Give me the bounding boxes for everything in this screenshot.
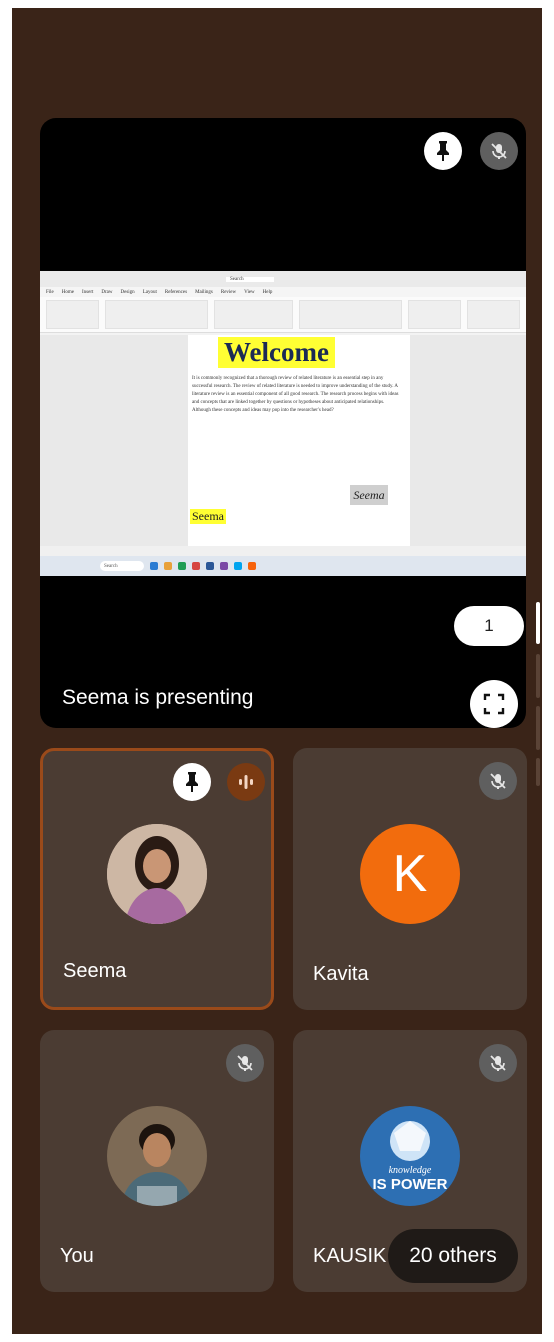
pin-button[interactable]: [424, 132, 462, 170]
mic-off-icon: [491, 143, 507, 159]
pin-button[interactable]: [173, 763, 211, 801]
scroll-indicator-active[interactable]: [536, 602, 540, 644]
signature-highlight: Seema: [190, 509, 226, 524]
participant-tile-seema[interactable]: Seema: [40, 748, 274, 1010]
scroll-indicator[interactable]: [536, 758, 540, 786]
participant-name: Kavita: [313, 963, 369, 985]
scroll-indicator[interactable]: [536, 706, 540, 750]
participant-name: Seema: [63, 960, 127, 982]
taskbar-app-icon: [248, 562, 256, 570]
taskbar-search: Search: [100, 561, 144, 571]
person-photo-icon: [107, 824, 207, 924]
document-statusbar: [40, 546, 526, 556]
presentation-tile[interactable]: Search File Home Insert Draw Design Layo…: [40, 118, 526, 728]
document-page: Welcome It is commonly recognized that a…: [188, 335, 410, 546]
ribbon-tabs: File Home Insert Draw Design Layout Refe…: [40, 287, 526, 297]
tab-design: Design: [120, 289, 135, 295]
presenting-label: Seema is presenting: [62, 686, 254, 709]
page-counter[interactable]: 1: [454, 606, 524, 646]
tab-review: Review: [220, 289, 237, 295]
tab-mailings: Mailings: [195, 289, 213, 295]
avatar: [107, 1106, 207, 1206]
tab-file: File: [46, 289, 54, 295]
taskbar-app-icon: [234, 562, 242, 570]
ribbon-group: [467, 300, 520, 329]
mic-off-icon: [490, 1055, 506, 1071]
taskbar-app-icon: [192, 562, 200, 570]
document-heading: Welcome: [218, 337, 335, 368]
signature-box: Seema: [350, 485, 388, 505]
windows-taskbar: Search: [40, 556, 526, 576]
mic-off-indicator: [479, 762, 517, 800]
person-photo-icon: [107, 1106, 207, 1206]
mic-off-icon: [237, 1055, 253, 1071]
fullscreen-button[interactable]: [470, 680, 518, 728]
fullscreen-icon: [483, 693, 505, 715]
participant-tile-kavita[interactable]: K Kavita: [293, 748, 527, 1010]
avatar: knowledge IS POWER: [360, 1106, 460, 1206]
tab-insert: Insert: [82, 289, 94, 295]
avatar-text-knowledge: knowledge: [388, 1165, 432, 1176]
pin-icon: [437, 141, 449, 161]
taskbar-app-icon: [164, 562, 172, 570]
taskbar-app-icon: [178, 562, 186, 570]
document-canvas: Welcome It is commonly recognized that a…: [40, 335, 526, 546]
avatar-initial: K: [360, 824, 460, 924]
participant-name: KAUSIK: [313, 1245, 387, 1267]
tab-help: Help: [262, 289, 273, 295]
taskbar-app-icon: [206, 562, 214, 570]
ribbon-group: [214, 300, 293, 329]
mic-off-indicator: [226, 1044, 264, 1082]
avatar-text-power: IS POWER: [372, 1176, 448, 1193]
pin-icon: [186, 772, 198, 792]
shared-document: Search File Home Insert Draw Design Layo…: [40, 271, 526, 576]
scroll-indicator[interactable]: [536, 654, 540, 698]
ribbon-group: [104, 300, 209, 329]
avatar: [107, 824, 207, 924]
knowledge-power-image: [390, 1121, 430, 1161]
ribbon-group: [46, 300, 99, 329]
speaking-indicator: [227, 763, 265, 801]
taskbar-app-icon: [220, 562, 228, 570]
tab-draw: Draw: [101, 289, 113, 295]
tab-references: References: [164, 289, 188, 295]
ribbon-toolbar: [40, 297, 526, 333]
meeting-screen: Search File Home Insert Draw Design Layo…: [12, 8, 542, 1334]
tab-home: Home: [61, 289, 75, 295]
ribbon-group: [298, 300, 403, 329]
participant-name: You: [60, 1245, 94, 1267]
participant-tile-you[interactable]: You: [40, 1030, 274, 1292]
audio-level-icon: [239, 775, 253, 789]
ribbon-group: [408, 300, 462, 329]
presenter-mic-off: [480, 132, 518, 170]
taskbar-app-icon: [150, 562, 158, 570]
mic-off-indicator: [479, 1044, 517, 1082]
tab-view: View: [244, 289, 255, 295]
mic-off-icon: [490, 773, 506, 789]
document-body: It is commonly recognized that a thoroug…: [192, 376, 399, 413]
tab-layout: Layout: [142, 289, 157, 295]
document-titlebar: Search: [40, 271, 526, 287]
search-box: Search: [226, 276, 274, 282]
others-button[interactable]: 20 others: [388, 1229, 518, 1283]
